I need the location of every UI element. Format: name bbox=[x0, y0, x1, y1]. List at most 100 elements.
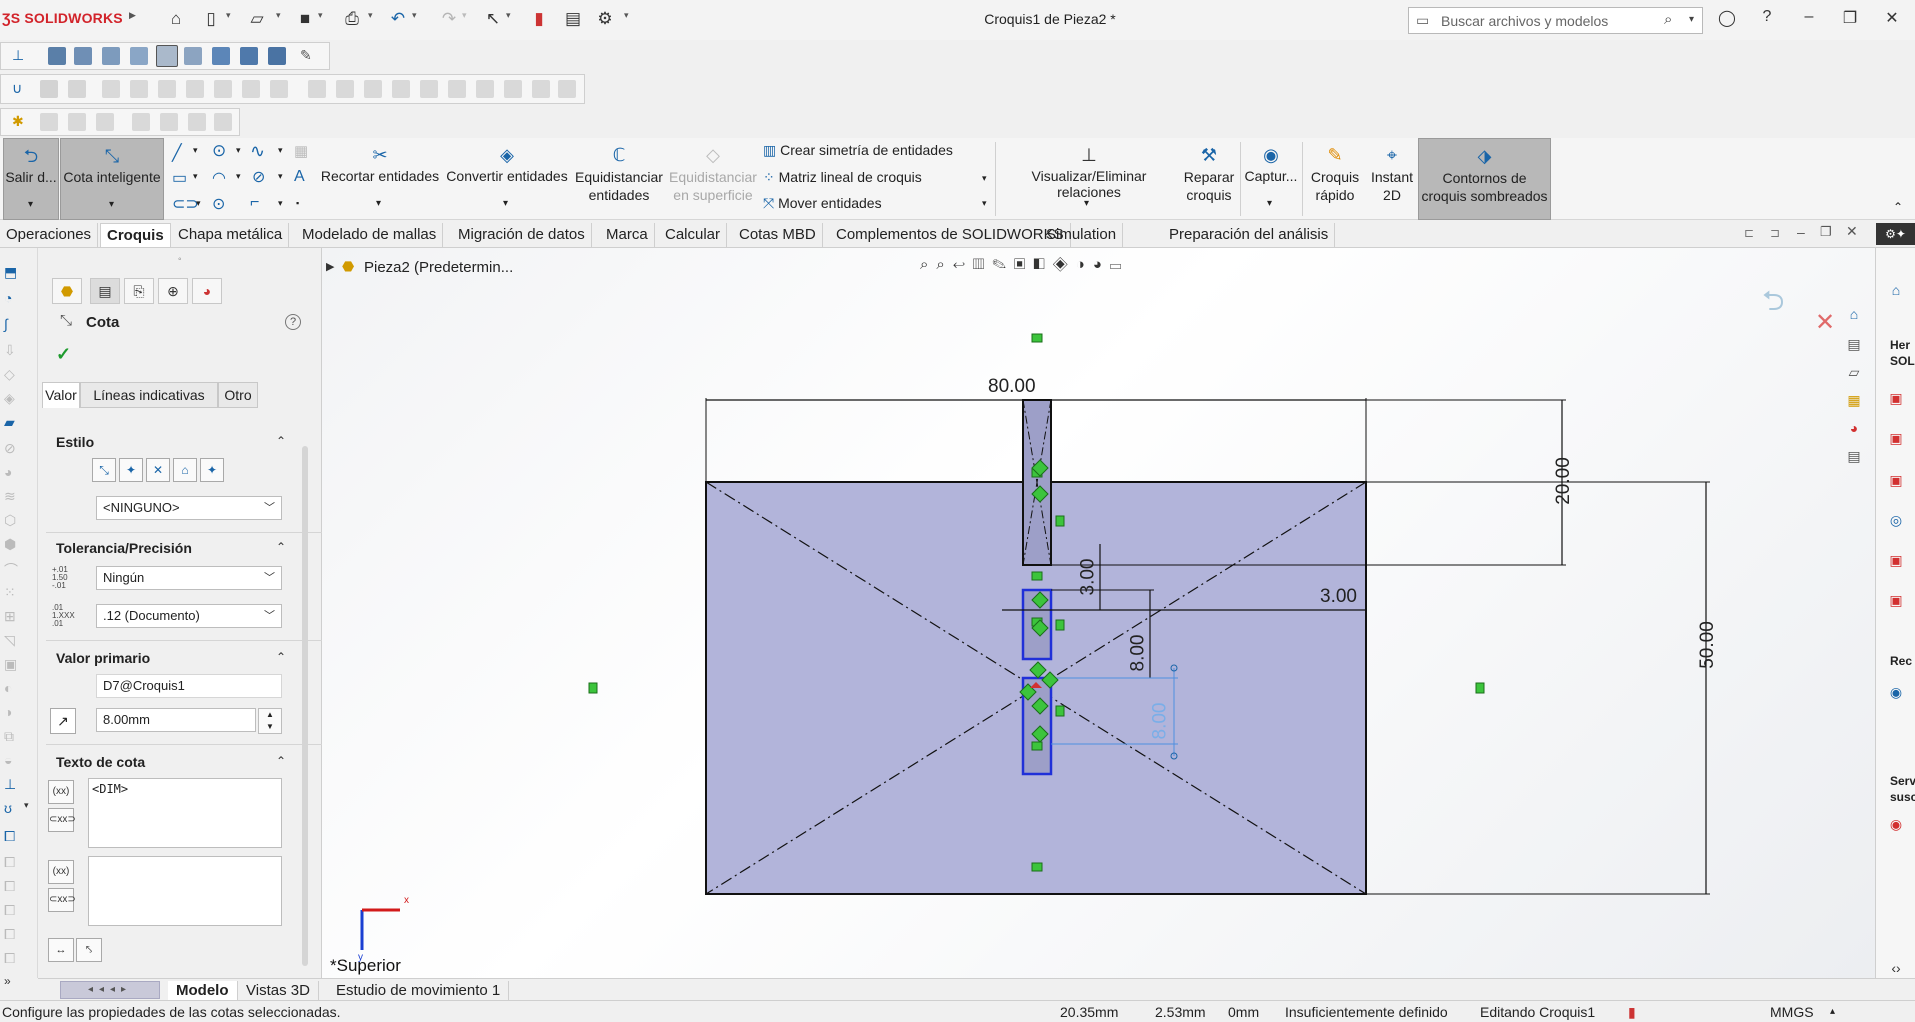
vertical-relation-icon[interactable] bbox=[1055, 705, 1065, 717]
file-properties-icon[interactable]: ▤ bbox=[562, 8, 584, 30]
sw-resources-tab-icon[interactable]: ⌂ bbox=[1844, 304, 1864, 324]
tab-migracion-datos[interactable]: Migración de datos bbox=[452, 223, 592, 247]
quick-sketch-button[interactable]: ✎ Croquis rápido bbox=[1304, 138, 1366, 220]
inspection-lower-icon[interactable]: ⊂xx⊃ bbox=[48, 888, 76, 912]
move-dropdown-icon[interactable]: ▾ bbox=[982, 198, 987, 209]
hole-icon[interactable] bbox=[308, 80, 326, 98]
rectangle-icon[interactable]: ▭ bbox=[172, 168, 187, 188]
add-parentheses-lower-icon[interactable]: (xx) bbox=[48, 860, 74, 884]
tab-complementos[interactable]: Complementos de SOLIDWORKS bbox=[830, 223, 1071, 247]
sweep-icon[interactable] bbox=[102, 80, 120, 98]
search-icon[interactable]: ⌕ bbox=[1664, 11, 1672, 28]
primary-value-collapse-icon[interactable]: ⌃ bbox=[276, 650, 286, 664]
dimension-value-input[interactable]: 8.00mm bbox=[96, 708, 256, 732]
tolerance-type-select[interactable]: Ningún ﹀ bbox=[96, 566, 282, 590]
arc-dropdown-icon[interactable]: ▾ bbox=[236, 171, 241, 182]
view-isometric-icon[interactable] bbox=[212, 47, 230, 65]
mirror-feature-icon[interactable] bbox=[364, 80, 382, 98]
add-parentheses-icon[interactable]: (xx) bbox=[48, 780, 74, 804]
tolerance-section-header[interactable]: Tolerancia/Precisión bbox=[56, 540, 192, 556]
tab-modelo[interactable]: Modelo bbox=[168, 981, 238, 1000]
dome-icon[interactable] bbox=[448, 80, 466, 98]
point-sketch-icon[interactable]: ⊙ bbox=[212, 194, 225, 214]
user-account-icon[interactable]: ◯ bbox=[1715, 8, 1739, 30]
style-section-header[interactable]: Estilo bbox=[56, 434, 94, 450]
panel-left-icon[interactable]: ⊏ bbox=[1744, 226, 1754, 240]
options-gear-icon[interactable]: ⚙ bbox=[594, 8, 616, 30]
feature-manager-tab-icon[interactable]: ⬣ bbox=[52, 278, 82, 304]
save-style-icon[interactable]: ⌂ bbox=[173, 458, 197, 482]
tab-croquis[interactable]: Croquis bbox=[100, 223, 171, 247]
dimension-3-vertical[interactable]: 3.00 bbox=[1077, 559, 1099, 596]
rib-icon[interactable] bbox=[242, 80, 260, 98]
home-panel-icon[interactable]: ⌂ bbox=[1886, 280, 1906, 300]
tab-operaciones[interactable]: Operaciones bbox=[0, 223, 99, 247]
rib-strip-icon[interactable]: ⊞ bbox=[4, 608, 24, 626]
mate-reference-icon[interactable] bbox=[188, 113, 206, 131]
print-dropdown-icon[interactable]: ▾ bbox=[368, 10, 373, 21]
dimension-8-vertical[interactable]: 8.00 bbox=[1127, 635, 1149, 672]
select-dropdown-icon[interactable]: ▾ bbox=[506, 10, 511, 21]
dimension-name-field[interactable]: D7@Croquis1 bbox=[96, 674, 282, 698]
combine-icon[interactable] bbox=[532, 80, 550, 98]
mirror-entities-button[interactable]: ▥ Crear simetría de entidades bbox=[763, 142, 953, 159]
reference-plane-icon[interactable] bbox=[68, 113, 86, 131]
tolerance-collapse-icon[interactable]: ⌃ bbox=[276, 540, 286, 554]
leader-text-icon[interactable]: ⤣ bbox=[76, 938, 102, 962]
solidworks-logo[interactable]: ƷS SOLIDWORKS bbox=[2, 10, 123, 26]
tool-icon-6[interactable]: ▣ bbox=[1886, 590, 1906, 610]
view-dimetric-icon[interactable] bbox=[268, 47, 286, 65]
tool-icon-5[interactable]: ▣ bbox=[1886, 550, 1906, 570]
horizontal-relation-icon[interactable] bbox=[1031, 862, 1043, 872]
tool-icon-3[interactable]: ▣ bbox=[1886, 470, 1906, 490]
capture-dropdown-icon[interactable]: ▾ bbox=[1267, 198, 1272, 209]
horizontal-relation-icon[interactable] bbox=[1031, 333, 1043, 343]
delete-style-icon[interactable]: ✕ bbox=[146, 458, 170, 482]
exit-sketch-button[interactable]: ⮌ Salir d... ▾ bbox=[3, 138, 59, 220]
tab-vistas-3d[interactable]: Vistas 3D bbox=[238, 981, 319, 1000]
primary-value-section-header[interactable]: Valor primario bbox=[56, 650, 150, 666]
ok-checkmark-icon[interactable]: ✓ bbox=[56, 344, 71, 365]
subscription-icon[interactable]: ◉ bbox=[1886, 814, 1906, 834]
repair-sketch-button[interactable]: ⚒ Reparar croquis bbox=[1180, 138, 1238, 220]
wrap-icon[interactable] bbox=[420, 80, 438, 98]
tool-icon-2[interactable]: ▣ bbox=[1886, 428, 1906, 448]
layer3-icon[interactable]: ⧠ bbox=[4, 950, 24, 968]
tab-simulation[interactable]: Simulation bbox=[1040, 223, 1124, 247]
polygon-icon[interactable]: ⊘ bbox=[252, 167, 265, 187]
view-tool-icon[interactable]: ✎ bbox=[300, 47, 318, 65]
copy-icon[interactable]: ⧠ bbox=[4, 854, 24, 872]
options-dropdown-icon[interactable]: ▾ bbox=[624, 10, 629, 21]
reference-list-icon[interactable] bbox=[40, 113, 58, 131]
rectangle-dropdown-icon[interactable]: ▾ bbox=[193, 171, 198, 182]
fillet-strip-icon[interactable]: ⌒ bbox=[4, 560, 24, 578]
slot-dropdown-icon[interactable]: ▾ bbox=[196, 198, 201, 209]
curves-strip-icon[interactable]: ◒ bbox=[4, 752, 24, 770]
subtab-valor[interactable]: Valor bbox=[42, 382, 80, 408]
boundary-cut-icon[interactable]: ⬢ bbox=[4, 536, 24, 554]
search-dropdown-icon[interactable]: ▾ bbox=[1689, 14, 1694, 25]
fillet-sketch-icon[interactable]: ⌐ bbox=[250, 194, 259, 212]
file-explorer-tab-icon[interactable]: ▱ bbox=[1844, 362, 1864, 382]
reverse-direction-icon[interactable]: ↗ bbox=[50, 708, 76, 734]
shell-strip-icon[interactable]: ▣ bbox=[4, 656, 24, 674]
dimension-80[interactable]: 80.00 bbox=[988, 376, 1036, 398]
loft-icon[interactable] bbox=[130, 80, 148, 98]
magnet-icon[interactable]: ∪ bbox=[12, 80, 30, 98]
rebuild-icon[interactable]: ▮ bbox=[528, 8, 550, 30]
collapse-ribbon-icon[interactable]: ⌃ bbox=[1893, 200, 1903, 214]
intersect-icon[interactable] bbox=[476, 80, 494, 98]
circle-dropdown-icon[interactable]: ▾ bbox=[236, 145, 241, 156]
view-left-icon[interactable] bbox=[102, 47, 120, 65]
view-back-icon[interactable] bbox=[74, 47, 92, 65]
undo-dropdown-icon[interactable]: ▾ bbox=[412, 10, 417, 21]
home-icon[interactable]: ⌂ bbox=[165, 8, 187, 30]
curves-icon[interactable]: ʊ bbox=[4, 800, 24, 818]
graphics-area[interactable]: ▶ ⬣ Pieza2 (Predetermin... ⌕⌕↩▥✎▣◧◈◑◕▭ ⮌… bbox=[322, 248, 1875, 978]
view-front-icon[interactable] bbox=[48, 47, 66, 65]
swept-cut-icon[interactable]: ≋ bbox=[4, 488, 24, 506]
loft-boss-icon[interactable]: ⇩ bbox=[4, 342, 24, 360]
text-icon[interactable]: A bbox=[294, 168, 305, 186]
tab-preparacion-analisis[interactable]: Preparación del análisis bbox=[1163, 223, 1336, 247]
inspection-dimension-icon[interactable]: ⊂xx⊃ bbox=[48, 808, 76, 832]
